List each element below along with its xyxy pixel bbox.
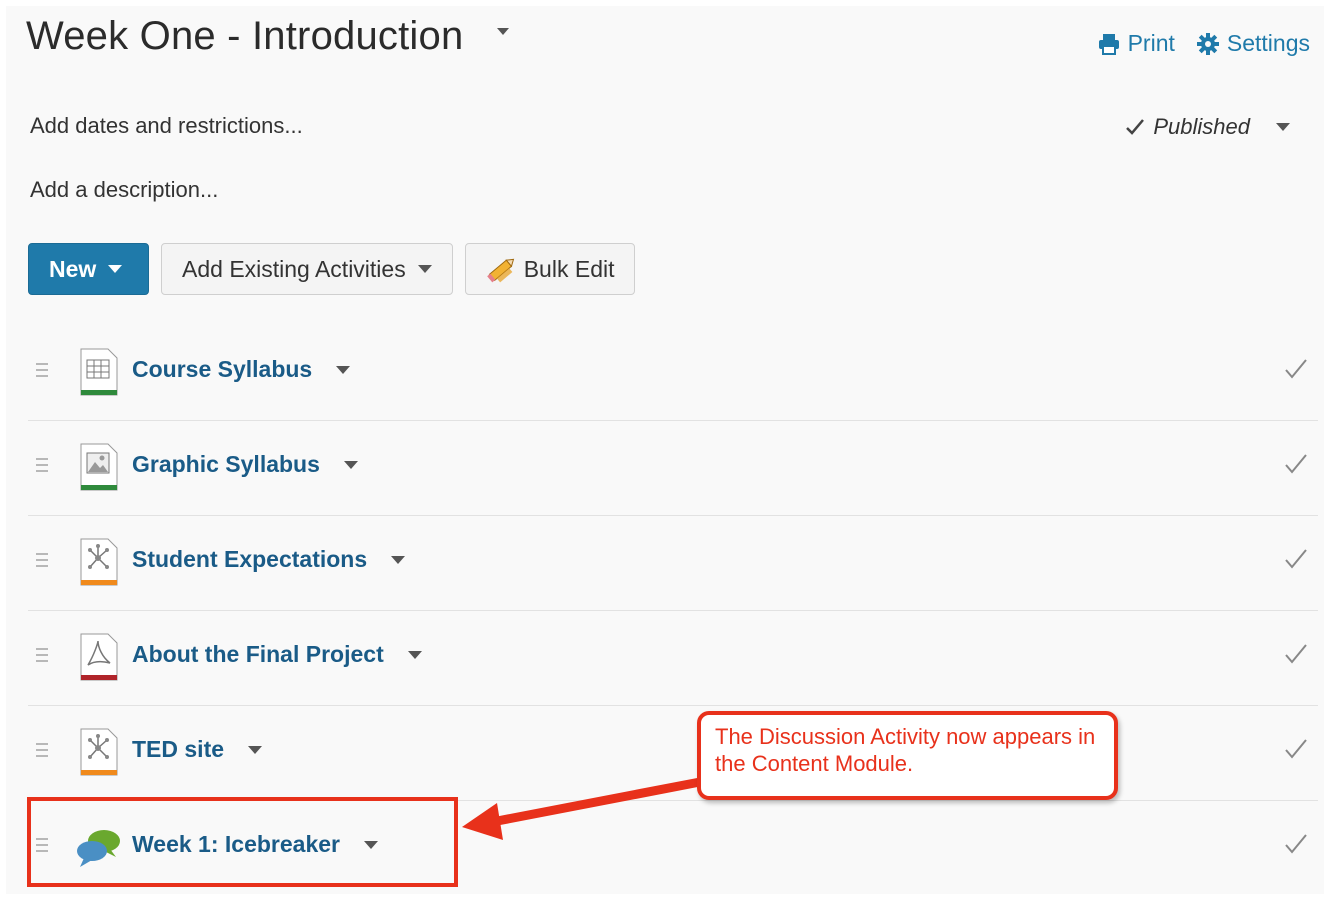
checkmark-icon (1285, 549, 1307, 569)
settings-link[interactable]: Settings (1196, 30, 1310, 57)
list-item: Student Expectations (28, 516, 1318, 611)
publish-status-label: Published (1153, 114, 1250, 139)
module-title-area: Week One - Introduction (26, 14, 510, 59)
gear-icon (1196, 32, 1219, 55)
chevron-down-icon[interactable] (407, 650, 422, 659)
pencil-icon (486, 258, 514, 283)
chevron-down-icon[interactable] (391, 555, 406, 564)
bulk-edit-button[interactable]: Bulk Edit (464, 243, 636, 295)
checkmark-icon (1285, 644, 1307, 664)
checkmark-icon (1285, 359, 1307, 379)
spreadsheet-file-icon (80, 348, 118, 396)
chevron-down-icon[interactable] (248, 745, 263, 754)
ted-site-link[interactable]: TED site (132, 736, 263, 763)
module-toolbar: New Add Existing Activities Bulk Edit (28, 243, 636, 295)
chevron-down-icon (1276, 123, 1290, 131)
web-link-icon (80, 538, 118, 586)
image-file-icon (80, 443, 118, 491)
drag-handle-icon[interactable] (36, 458, 48, 476)
list-item: Course Syllabus (28, 326, 1318, 421)
annotation-highlight-box (27, 797, 458, 887)
publish-status-dropdown[interactable]: Published (1125, 114, 1290, 140)
item-title: About the Final Project (132, 641, 384, 667)
checkmark-icon (1285, 454, 1307, 474)
chevron-down-icon[interactable] (336, 365, 351, 374)
course-syllabus-link[interactable]: Course Syllabus (132, 356, 351, 383)
settings-label: Settings (1226, 30, 1310, 56)
list-item: TED site (28, 706, 1318, 801)
web-link-icon (80, 728, 118, 776)
print-link[interactable]: Print (1098, 30, 1175, 57)
page-title: Week One - Introduction (26, 14, 464, 58)
item-title: Graphic Syllabus (132, 451, 320, 477)
graphic-syllabus-link[interactable]: Graphic Syllabus (132, 451, 358, 478)
checkmark-icon (1285, 834, 1307, 854)
printer-icon (1098, 33, 1119, 55)
annotation-callout: The Discussion Activity now appears in t… (697, 711, 1118, 800)
add-description-link[interactable]: Add a description... (30, 177, 218, 203)
title-menu-caret-icon[interactable] (497, 28, 510, 35)
drag-handle-icon[interactable] (36, 363, 48, 381)
checkmark-icon (1285, 739, 1307, 759)
print-label: Print (1127, 30, 1175, 56)
add-existing-activities-button[interactable]: Add Existing Activities (161, 243, 453, 295)
chevron-down-icon[interactable] (343, 460, 358, 469)
student-expectations-link[interactable]: Student Expectations (132, 546, 406, 573)
item-title: Student Expectations (132, 546, 368, 572)
list-item: About the Final Project (28, 611, 1318, 706)
chevron-down-icon (417, 265, 432, 273)
add-dates-link[interactable]: Add dates and restrictions... (30, 113, 303, 139)
about-final-project-link[interactable]: About the Final Project (132, 641, 422, 668)
top-actions: Print Settings (1098, 30, 1310, 57)
drag-handle-icon[interactable] (36, 743, 48, 761)
new-button-label: New (49, 255, 97, 282)
new-button[interactable]: New (28, 243, 149, 295)
item-title: Course Syllabus (132, 356, 313, 382)
checkmark-icon (1126, 119, 1145, 135)
item-title: TED site (132, 736, 225, 762)
list-item: Graphic Syllabus (28, 421, 1318, 516)
add-existing-label: Add Existing Activities (182, 255, 406, 282)
chevron-down-icon (108, 265, 123, 273)
drag-handle-icon[interactable] (36, 553, 48, 571)
pdf-file-icon (80, 633, 118, 681)
drag-handle-icon[interactable] (36, 648, 48, 666)
bulk-edit-label: Bulk Edit (523, 255, 615, 282)
